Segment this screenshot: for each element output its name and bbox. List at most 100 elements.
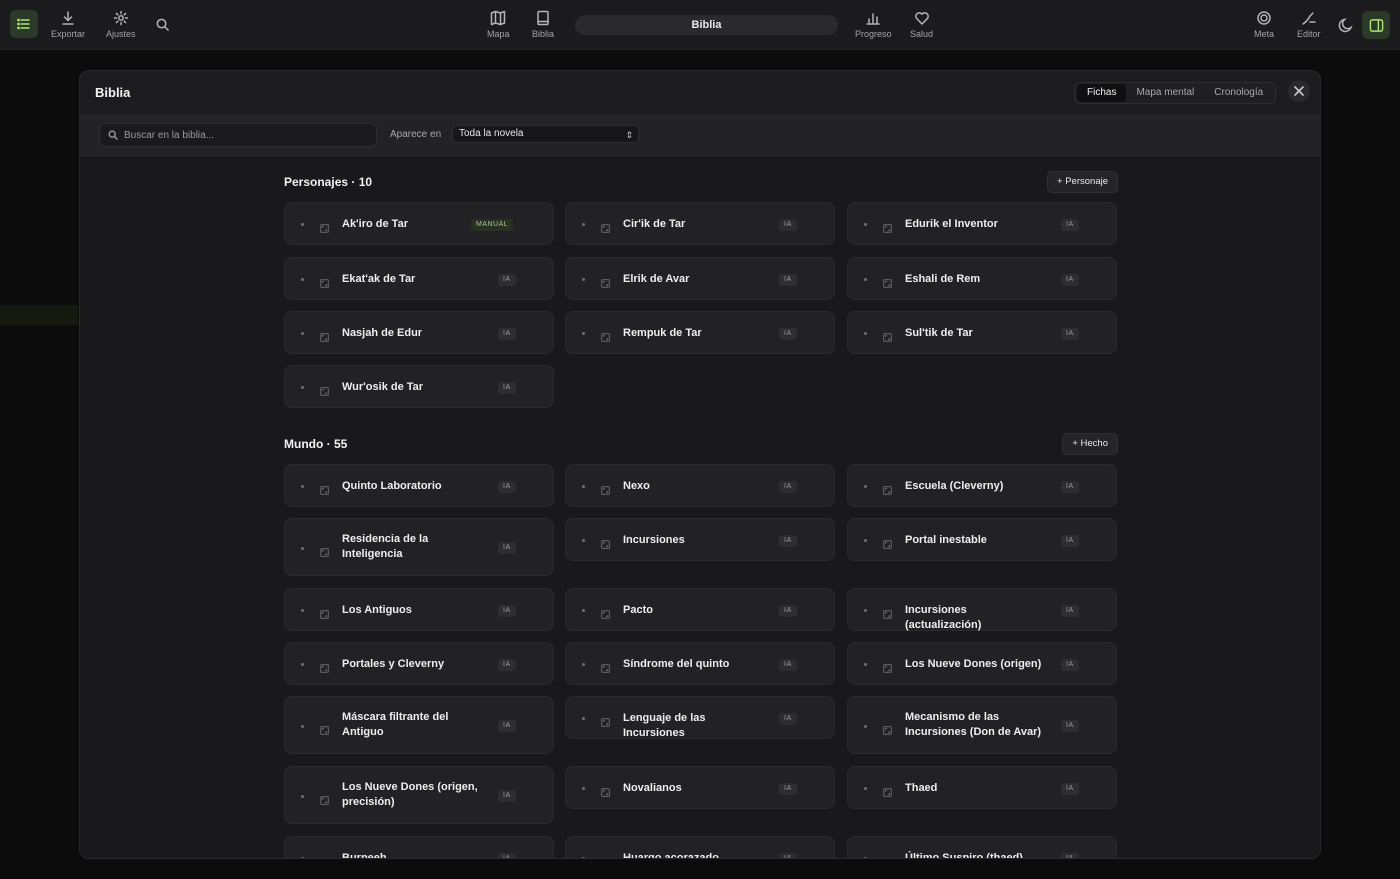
bible-card[interactable]: Último Suspiro (thaed) IA [847,836,1117,858]
drag-handle-dot[interactable] [864,485,867,488]
expand-icon[interactable] [601,660,611,674]
drag-handle-dot[interactable] [582,663,585,666]
expand-icon[interactable] [883,784,893,798]
tab-cards[interactable]: Fichas [1077,84,1127,102]
drag-handle-dot[interactable] [301,609,304,612]
drag-handle-dot[interactable] [864,278,867,281]
drag-handle-dot[interactable] [582,787,585,790]
expand-icon[interactable] [320,544,330,557]
bible-card[interactable]: Wur'osik de Tar IA [284,365,554,408]
bible-card[interactable]: Ak'iro de Tar MANUAL [284,202,554,245]
expand-icon[interactable] [601,220,611,234]
drag-handle-dot[interactable] [301,332,304,335]
drag-handle-dot[interactable] [301,223,304,226]
bible-card[interactable]: Burpeeh IA [284,836,554,858]
drag-handle-dot[interactable] [582,278,585,281]
expand-icon[interactable] [320,722,330,735]
add-fact-button[interactable]: + Hecho [1062,433,1118,455]
bible-card[interactable]: Ekat'ak de Tar IA [284,257,554,300]
bible-card[interactable]: Edurik el Inventor IA [847,202,1117,245]
drag-handle-dot[interactable] [864,663,867,666]
bible-card[interactable]: Residencia de la Inteligencia IA [284,518,554,576]
bible-button[interactable]: Biblia [532,10,554,39]
bible-card[interactable]: Rempuk de Tar IA [565,311,835,354]
expand-icon[interactable] [320,275,330,289]
progress-button[interactable]: Progreso [855,10,892,39]
bible-card[interactable]: Thaed IA [847,766,1117,809]
bible-card[interactable]: Los Nueve Dones (origen) IA [847,642,1117,685]
bible-card[interactable]: Incursiones IA [565,518,835,561]
map-button[interactable]: Mapa [487,10,510,39]
health-button[interactable]: Salud [910,10,933,39]
expand-icon[interactable] [883,220,893,234]
drag-handle-dot[interactable] [864,609,867,612]
bible-card[interactable]: Portales y Cleverny IA [284,642,554,685]
drag-handle-dot[interactable] [582,223,585,226]
drag-handle-dot[interactable] [582,857,585,858]
search-button[interactable] [155,17,170,37]
settings-button[interactable]: Ajustes [106,10,136,39]
expand-icon[interactable] [320,660,330,674]
drag-handle-dot[interactable] [582,332,585,335]
close-button[interactable] [1288,80,1310,102]
bible-card[interactable]: Mecanismo de las Incursiones (Don de Ava… [847,696,1117,754]
drag-handle-dot[interactable] [582,539,585,542]
bible-card[interactable]: Síndrome del quinto IA [565,642,835,685]
appears-in-select[interactable]: Toda la novela ⇕ [452,125,639,143]
bible-card[interactable]: Escuela (Cleverny) IA [847,464,1117,507]
bible-card[interactable]: Nexo IA [565,464,835,507]
drag-handle-dot[interactable] [301,278,304,281]
drag-handle-dot[interactable] [301,386,304,389]
expand-icon[interactable] [320,329,330,343]
drag-handle-dot[interactable] [301,663,304,666]
expand-icon[interactable] [883,536,893,550]
document-title[interactable]: Biblia [575,15,838,35]
drag-handle-dot[interactable] [301,724,304,728]
sidebar-panel-toggle[interactable] [1362,11,1390,39]
drag-handle-dot[interactable] [582,485,585,488]
expand-icon[interactable] [320,383,330,397]
expand-icon[interactable] [320,792,330,805]
bible-card[interactable]: Cir'ik de Tar IA [565,202,835,245]
expand-icon[interactable] [883,660,893,674]
bible-card[interactable]: Quinto Laboratorio IA [284,464,554,507]
expand-icon[interactable] [601,482,611,496]
expand-icon[interactable] [883,606,893,620]
bible-card[interactable]: Pacto IA [565,588,835,631]
outline-toggle-button[interactable] [10,10,38,38]
drag-handle-dot[interactable] [582,609,585,612]
expand-icon[interactable] [601,854,610,858]
drag-handle-dot[interactable] [864,223,867,226]
bible-card[interactable]: Eshali de Rem IA [847,257,1117,300]
tab-timeline[interactable]: Cronología [1204,84,1273,102]
expand-icon[interactable] [320,482,330,496]
bible-card[interactable]: Los Antiguos IA [284,588,554,631]
drag-handle-dot[interactable] [864,724,867,728]
drag-handle-dot[interactable] [864,539,867,542]
expand-icon[interactable] [601,784,611,798]
expand-icon[interactable] [320,220,330,234]
tab-mind-map[interactable]: Mapa mental [1126,84,1204,102]
expand-icon[interactable] [320,854,329,858]
bible-card[interactable]: Máscara filtrante del Antiguo IA [284,696,554,754]
theme-toggle-button[interactable] [1338,17,1354,38]
expand-icon[interactable] [883,722,893,735]
drag-handle-dot[interactable] [864,332,867,335]
drag-handle-dot[interactable] [301,546,304,550]
drag-handle-dot[interactable] [301,857,304,858]
add-character-button[interactable]: + Personaje [1047,171,1118,193]
goal-button[interactable]: Meta [1254,10,1274,39]
drag-handle-dot[interactable] [582,717,585,720]
bible-card[interactable]: Lenguaje de las Incursiones IA [565,696,835,739]
drag-handle-dot[interactable] [864,857,867,858]
bible-card[interactable]: Nasjah de Edur IA [284,311,554,354]
export-button[interactable]: Exportar [51,10,85,39]
bible-card[interactable]: Los Nueve Dones (origen, precisión) IA [284,766,554,824]
expand-icon[interactable] [883,854,892,858]
bible-card[interactable]: Incursiones (actualización) IA [847,588,1117,631]
bible-card[interactable]: Sul'tik de Tar IA [847,311,1117,354]
bible-card[interactable]: Elrik de Avar IA [565,257,835,300]
drag-handle-dot[interactable] [864,787,867,790]
expand-icon[interactable] [320,606,330,620]
bible-card[interactable]: Portal inestable IA [847,518,1117,561]
